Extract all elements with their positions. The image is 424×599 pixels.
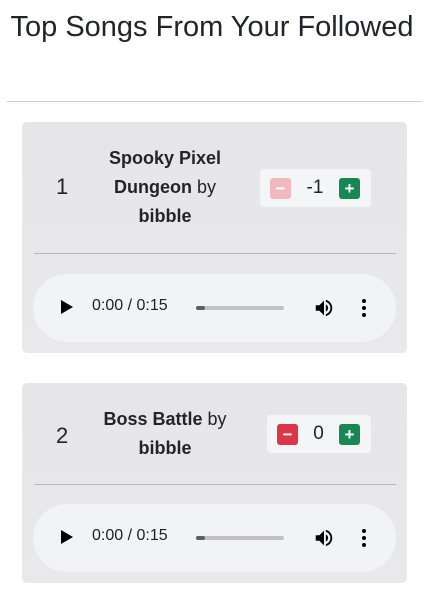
title-divider	[7, 101, 422, 102]
downvote-button[interactable]: −	[277, 423, 298, 445]
song-artist: bibble	[138, 206, 192, 226]
song-title-block: Boss Battle by bibble	[92, 405, 238, 463]
vote-score: -1	[306, 177, 324, 198]
card-divider	[34, 253, 396, 254]
vote-score: 0	[313, 423, 324, 444]
song-rank: 1	[56, 174, 69, 199]
vote-controls: − 0 +	[267, 415, 371, 453]
song-rank: 2	[56, 423, 69, 448]
page: Top Songs From Your Followed 1 Spooky Pi…	[0, 0, 424, 599]
card-divider	[34, 484, 396, 485]
by-text: by	[207, 409, 227, 429]
vote-controls: − -1 +	[260, 169, 371, 207]
audio-progress-fill	[196, 306, 205, 310]
audio-player[interactable]: 0:00 / 0:15	[33, 274, 396, 342]
more-vert-icon[interactable]	[361, 298, 367, 318]
audio-time: 0:00 / 0:15	[92, 297, 168, 314]
song-title-line: Boss Battle	[103, 409, 203, 429]
downvote-button[interactable]: −	[270, 177, 291, 199]
audio-progress-bar[interactable]	[196, 306, 284, 310]
song-artist: bibble	[138, 438, 192, 458]
upvote-button[interactable]: +	[339, 423, 360, 445]
song-title-block: Spooky Pixel Dungeon by bibble	[92, 144, 238, 231]
audio-progress-bar[interactable]	[196, 536, 284, 540]
by-text: by	[197, 177, 217, 197]
audio-time: 0:00 / 0:15	[92, 527, 168, 544]
song-title-line: Dungeon	[113, 177, 192, 197]
song-title-line: Spooky Pixel	[108, 148, 222, 168]
volume-icon[interactable]	[313, 297, 335, 319]
upvote-button[interactable]: +	[339, 177, 360, 199]
audio-progress-fill	[196, 536, 205, 540]
volume-icon[interactable]	[313, 527, 335, 549]
song-card: 2 Boss Battle by bibble − 0 + 0:00 / 0:1…	[22, 383, 407, 583]
song-card: 1 Spooky Pixel Dungeon by bibble − -1 + …	[22, 122, 407, 353]
audio-player[interactable]: 0:00 / 0:15	[33, 504, 396, 572]
play-icon[interactable]	[61, 530, 73, 544]
page-title: Top Songs From Your Followed	[10, 11, 414, 43]
more-vert-icon[interactable]	[361, 528, 367, 548]
play-icon[interactable]	[61, 300, 73, 314]
